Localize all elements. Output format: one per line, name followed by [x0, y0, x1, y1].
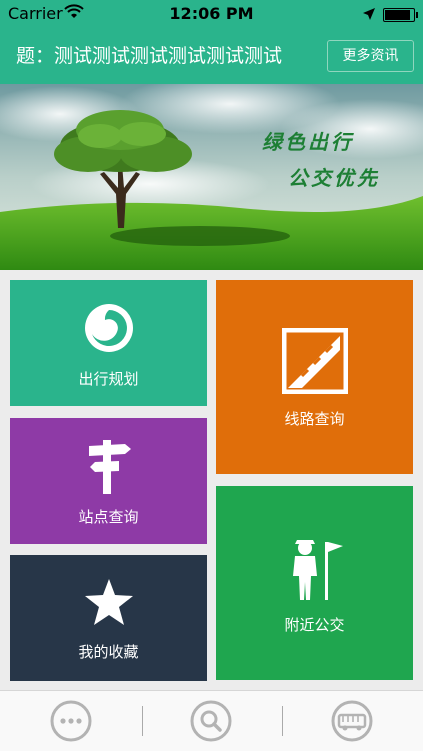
star-icon: [83, 577, 135, 631]
tab-divider: [142, 706, 143, 736]
battery-icon: [383, 8, 418, 22]
banner-image[interactable]: 绿色出行 公交优先: [0, 84, 423, 270]
header-bar: 题：测试测试测试测试测试测试 更多资讯: [0, 28, 423, 84]
route-planning-label: 出行规划: [78, 370, 139, 388]
bus-icon: [331, 700, 373, 742]
line-query-label: 线路查询: [284, 410, 345, 428]
tab-search[interactable]: [190, 700, 232, 742]
favorites-tile[interactable]: 我的收藏: [10, 555, 207, 681]
more-icon: [50, 700, 92, 742]
route-planning-tile[interactable]: 出行规划: [10, 280, 207, 406]
nearby-bus-label: 附近公交: [284, 616, 345, 634]
banner-slogan-line2: 公交优先: [288, 166, 380, 190]
tab-divider: [282, 706, 283, 736]
page-title: 题：测试测试测试测试测试测试: [16, 45, 283, 67]
stop-query-label: 站点查询: [78, 508, 139, 526]
tab-bus[interactable]: [331, 700, 373, 742]
location-arrow-icon: [362, 6, 376, 25]
road-icon: [281, 327, 348, 398]
signpost-icon: [85, 438, 133, 500]
nearby-bus-tile[interactable]: 附近公交: [216, 486, 413, 680]
line-query-tile[interactable]: 线路查询: [216, 280, 413, 474]
swirl-logo-icon: [83, 302, 135, 358]
status-bar: Carrier 12:06 PM: [0, 0, 423, 28]
clock: 12:06 PM: [169, 4, 254, 23]
banner-slogan-line1: 绿色出行: [262, 130, 354, 154]
favorites-label: 我的收藏: [78, 643, 139, 661]
more-news-button[interactable]: 更多资讯: [327, 40, 414, 72]
person-with-flag-icon: [285, 536, 345, 606]
stop-query-tile[interactable]: 站点查询: [10, 418, 207, 544]
bottom-tab-bar: [0, 690, 423, 751]
tab-more[interactable]: [50, 700, 92, 742]
search-icon: [190, 700, 232, 742]
battery-level: [385, 10, 410, 20]
